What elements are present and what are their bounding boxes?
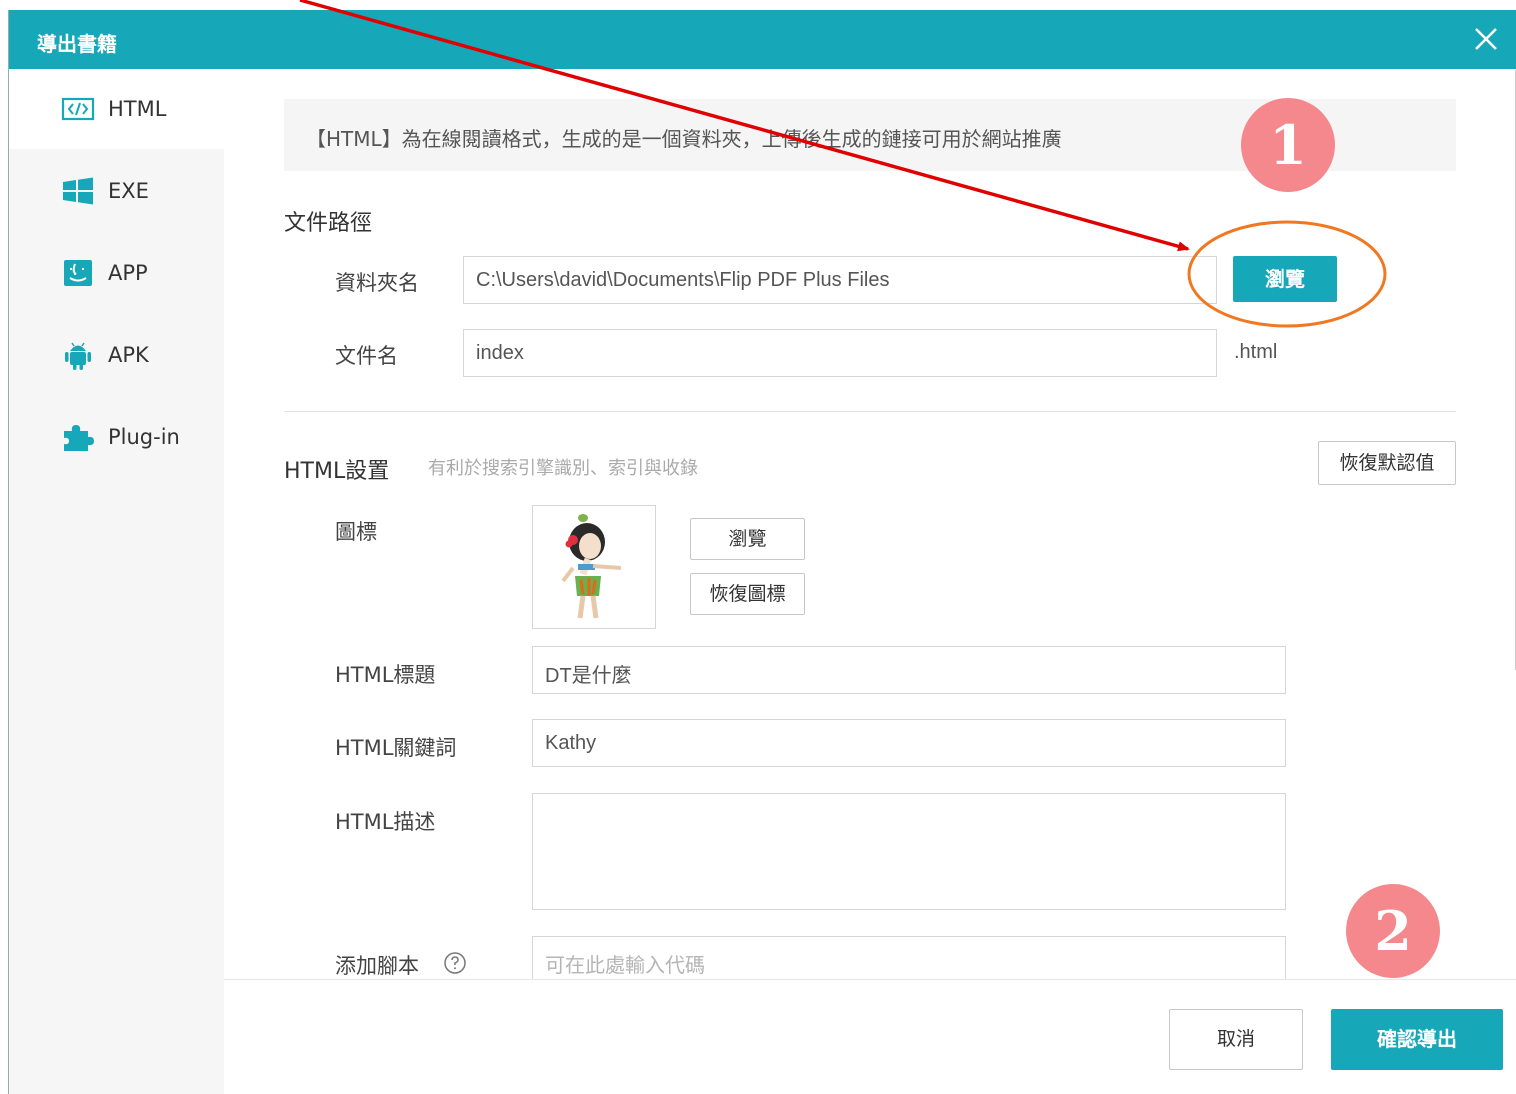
format-info-text: 【HTML】為在線閱讀格式，生成的是一個資料夾，上傳後生成的鏈接可用於網站推廣 [306,127,1062,151]
sidebar-item-label: EXE [108,179,149,203]
step-2-badge: 2 [1346,884,1440,978]
confirm-export-button[interactable]: 確認導出 [1331,1009,1503,1070]
question-circle-icon[interactable] [443,951,467,975]
html-settings-hint: 有利於搜索引擎識別、索引與收錄 [428,458,698,479]
windows-icon [63,177,93,205]
cancel-button[interactable]: 取消 [1169,1009,1303,1070]
section-divider [284,411,1456,412]
sidebar-item-plugin[interactable]: Plug-in [9,397,224,477]
sidebar-item-label: APP [108,261,148,285]
dialog-footer: 取消 確認導出 [224,979,1516,1094]
sidebar-item-label: Plug-in [108,425,180,449]
html-code-icon [61,97,95,121]
icon-browse-button[interactable]: 瀏覽 [690,518,805,560]
filename-suffix: .html [1234,341,1278,363]
sidebar-item-app[interactable]: APP [9,233,224,313]
dialog-titlebar: 導出書籍 [9,10,1516,69]
book-icon-preview [532,505,656,629]
mac-finder-icon [64,260,92,286]
format-sidebar: HTML EXE APP APK Plug-in [9,69,224,1094]
dancer-figure-image [561,514,622,619]
puzzle-icon [64,425,94,451]
sidebar-item-exe[interactable]: EXE [9,151,224,231]
html-description-textarea[interactable] [532,793,1286,910]
step-1-badge: 1 [1241,98,1335,192]
html-keywords-label: HTML關鍵詞 [335,736,457,760]
add-script-label: 添加腳本 [335,954,419,978]
restore-icon-button[interactable]: 恢復圖標 [690,573,805,615]
html-settings-section-title: HTML設置 [284,459,390,484]
file-path-section-title: 文件路徑 [284,211,373,236]
sidebar-item-apk[interactable]: APK [9,315,224,395]
close-icon[interactable] [1471,24,1501,54]
folder-path-field[interactable]: C:\Users\david\Documents\Flip PDF Plus F… [463,256,1217,304]
folder-label: 資料夾名 [335,271,419,295]
filename-field[interactable]: index [463,329,1217,377]
sidebar-item-label: HTML [108,97,167,121]
browse-folder-button[interactable]: 瀏覽 [1233,256,1337,302]
html-title-field[interactable]: DT是什麼 [532,646,1286,694]
restore-defaults-button[interactable]: 恢復默認值 [1318,441,1456,485]
android-icon [65,342,91,370]
sidebar-item-html[interactable]: HTML [9,69,224,149]
dialog-title: 導出書籍 [37,32,117,56]
sidebar-item-label: APK [108,343,149,367]
html-description-label: HTML描述 [335,810,436,834]
filename-label: 文件名 [335,344,398,368]
icon-label: 圖標 [335,520,377,544]
html-title-label: HTML標題 [335,663,436,687]
html-keywords-field[interactable]: Kathy [532,719,1286,767]
export-settings-panel: 【HTML】為在線閱讀格式，生成的是一個資料夾，上傳後生成的鏈接可用於網站推廣 … [224,69,1516,979]
add-script-input[interactable]: 可在此處輸入代碼 [532,936,1286,979]
